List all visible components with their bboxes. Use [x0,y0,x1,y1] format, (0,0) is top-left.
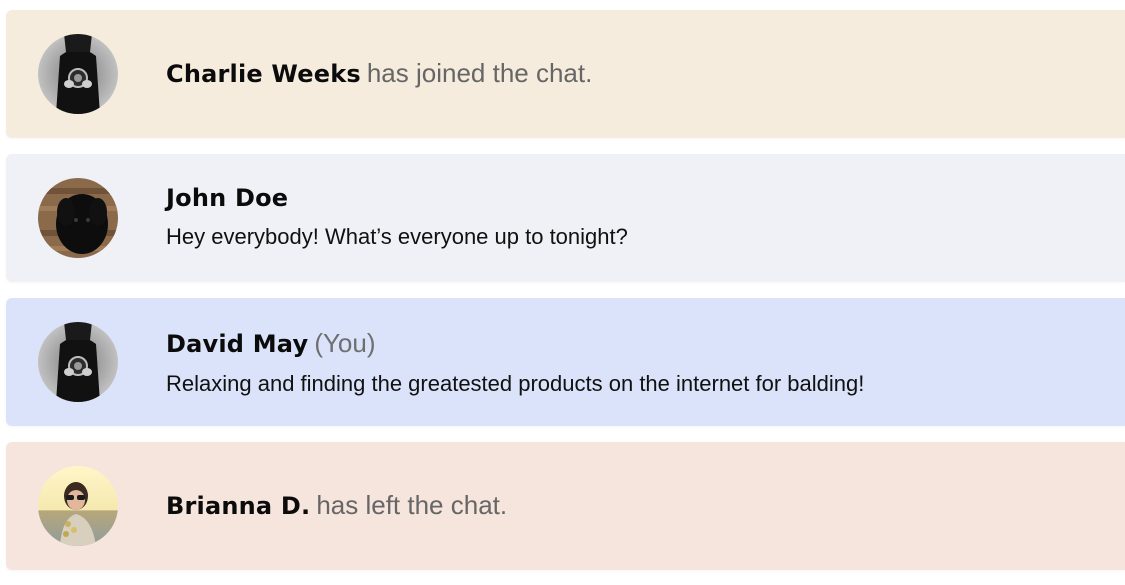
photographer-avatar-icon [38,34,118,114]
avatar[interactable] [38,34,118,114]
event-content: Charlie Weeks has joined the chat. [166,58,1105,89]
event-text: has joined the chat. [366,58,593,88]
you-label: (You) [314,328,376,358]
chat-message-self: David May (You) Relaxing and finding the … [6,298,1125,426]
avatar[interactable] [38,322,118,402]
message-content: David May (You) Relaxing and finding the … [166,328,1105,397]
user-name[interactable]: John Doe [166,184,288,212]
avatar[interactable] [38,178,118,258]
chat-event-left: Brianna D. has left the chat. [6,442,1125,570]
photographer-avatar-icon [38,322,118,402]
avatar[interactable] [38,466,118,546]
chat-message: John Doe Hey everybody! What’s everyone … [6,154,1125,282]
event-content: Brianna D. has left the chat. [166,490,1105,521]
user-name[interactable]: Brianna D. [166,492,310,520]
message-content: John Doe Hey everybody! What’s everyone … [166,184,1105,250]
woman-sunglasses-avatar-icon [38,466,118,546]
chat-feed: Charlie Weeks has joined the chat. John D… [6,10,1125,570]
user-name[interactable]: Charlie Weeks [166,60,361,88]
message-text: Relaxing and finding the greatested prod… [166,371,865,396]
black-dog-avatar-icon [38,178,118,258]
message-text: Hey everybody! What’s everyone up to ton… [166,224,628,249]
user-name[interactable]: David May [166,330,308,358]
event-text: has left the chat. [316,490,508,520]
chat-event-joined: Charlie Weeks has joined the chat. [6,10,1125,138]
